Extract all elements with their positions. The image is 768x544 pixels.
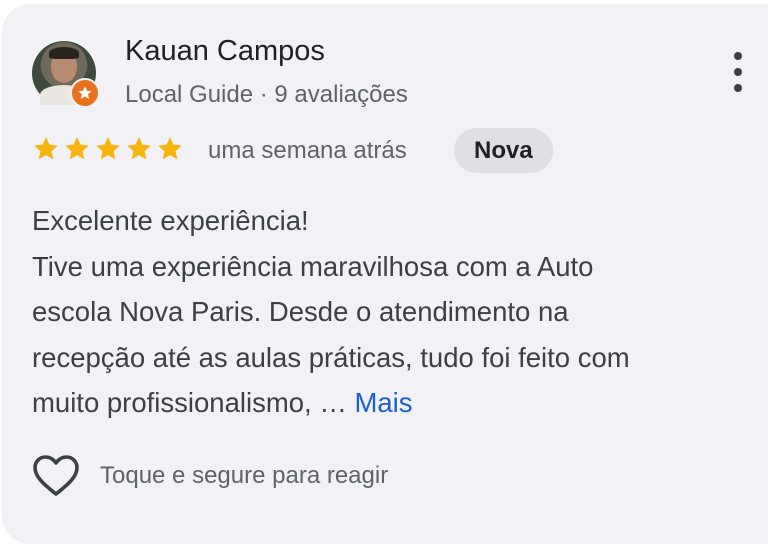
review-line: Excelente experiência!: [32, 205, 309, 236]
reviewer-subtitle: Local Guide · 9 avaliações: [125, 81, 408, 108]
star-icon: [32, 135, 60, 163]
more-link[interactable]: Mais: [354, 387, 412, 418]
review-card: Kauan Campos Local Guide · 9 avaliações …: [2, 4, 768, 544]
star-icon: [125, 135, 153, 163]
star-rating: [32, 135, 184, 163]
review-line: recepção até as aulas práticas, tudo foi…: [32, 341, 630, 373]
star-icon: [94, 135, 122, 163]
star-icon: [63, 135, 91, 163]
review-line: escola Nova Paris. Desde o atendimento n…: [32, 296, 569, 327]
react-label: Toque e segure para reagir: [100, 462, 389, 489]
more-vert-icon[interactable]: [726, 52, 750, 92]
new-badge: Nova: [454, 128, 553, 173]
local-guide-star-icon: [70, 78, 100, 108]
review-text: Excelente experiência! Tive uma experiên…: [32, 198, 752, 426]
heart-outline-icon: [33, 455, 79, 496]
menu-dot: [734, 68, 742, 76]
menu-dot: [734, 52, 742, 60]
review-line: Tive uma experiência maravilhosa com a A…: [32, 250, 594, 282]
review-line-ending: muito profissionalismo, …: [32, 387, 347, 418]
menu-dot: [734, 84, 742, 92]
reviewer-name[interactable]: Kauan Campos: [125, 35, 325, 68]
avatar-hair: [49, 47, 79, 59]
star-icon: [156, 135, 184, 163]
review-date: uma semana atrás: [208, 137, 407, 164]
review-line-last: muito profissionalismo, … Mais: [32, 380, 752, 426]
react-button[interactable]: Toque e segure para reagir: [32, 454, 388, 498]
